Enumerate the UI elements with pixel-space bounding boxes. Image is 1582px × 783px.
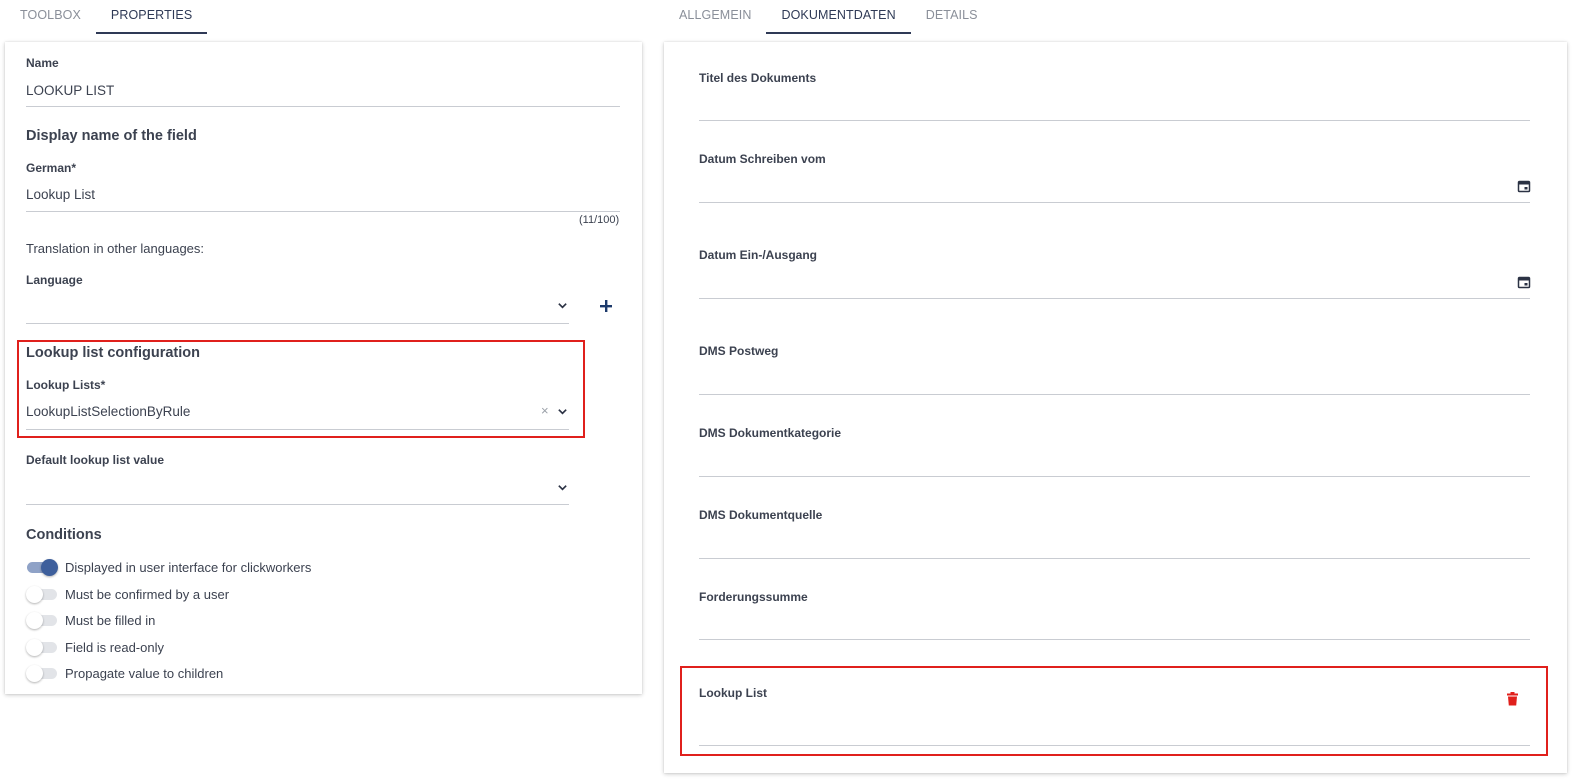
- field-underline: [699, 394, 1530, 395]
- lookup-lists-label: Lookup Lists*: [26, 378, 106, 392]
- default-value-underline: [26, 504, 569, 505]
- field-underline: [699, 298, 1530, 299]
- field-input-dokumentkategorie[interactable]: [699, 446, 1530, 476]
- toggle-switch[interactable]: [26, 584, 58, 604]
- field-label-postweg: DMS Postweg: [699, 344, 779, 358]
- tab-allgemein[interactable]: ALLGEMEIN: [664, 0, 766, 34]
- name-label: Name: [26, 56, 59, 70]
- field-label-dokumentkategorie: DMS Dokumentkategorie: [699, 426, 842, 440]
- field-label-titel: Titel des Dokuments: [699, 71, 817, 85]
- condition-label: Displayed in user interface for clickwor…: [65, 559, 312, 575]
- calendar-icon[interactable]: [1517, 179, 1531, 193]
- left-tab-bar: TOOLBOX PROPERTIES: [5, 0, 208, 34]
- field-input-titel[interactable]: [699, 90, 1530, 120]
- name-underline: [26, 106, 620, 107]
- field-underline: [699, 558, 1530, 559]
- field-label-dokumentquelle: DMS Dokumentquelle: [699, 508, 823, 522]
- condition-confirmed-row: Must be confirmed by a user: [26, 584, 229, 604]
- tab-dokumentdaten[interactable]: DOKUMENTDATEN: [766, 0, 911, 34]
- toggle-switch[interactable]: [26, 610, 58, 630]
- chevron-down-icon[interactable]: [557, 482, 568, 493]
- char-counter: (11/100): [579, 214, 620, 226]
- toggle-switch[interactable]: [26, 557, 58, 577]
- toggle-switch[interactable]: [26, 663, 58, 683]
- translation-text: Translation in other languages:: [26, 241, 205, 256]
- lookup-lists-select[interactable]: LookupListSelectionByRule: [26, 404, 190, 419]
- condition-readonly-row: Field is read-only: [26, 637, 164, 657]
- conditions-heading: Conditions: [26, 527, 102, 543]
- field-input-datum-eingang[interactable]: [699, 268, 1530, 298]
- trash-icon[interactable]: [1506, 692, 1519, 706]
- lookup-config-heading: Lookup list configuration: [26, 345, 200, 361]
- field-input-datum-schreiben[interactable]: [699, 172, 1530, 202]
- field-label-datum-schreiben: Datum Schreiben vom: [699, 152, 826, 166]
- condition-label: Field is read-only: [65, 639, 164, 655]
- german-input[interactable]: Lookup List: [26, 187, 95, 202]
- chevron-down-icon[interactable]: [557, 300, 568, 311]
- tab-properties[interactable]: PROPERTIES: [95, 0, 208, 34]
- field-underline: [699, 476, 1530, 477]
- field-input-postweg[interactable]: [699, 364, 1530, 394]
- field-underline: [699, 202, 1530, 203]
- plus-icon[interactable]: [599, 299, 613, 313]
- german-label: German*: [26, 161, 77, 175]
- calendar-icon[interactable]: [1517, 275, 1531, 289]
- field-input-lookup-list[interactable]: [699, 706, 1530, 736]
- field-input-dokumentquelle[interactable]: [699, 528, 1530, 558]
- language-underline: [26, 323, 569, 324]
- condition-required-row: Must be filled in: [26, 610, 155, 630]
- condition-propagate-row: Propagate value to children: [26, 663, 223, 683]
- document-data-panel: Titel des Dokuments Datum Schreiben vom …: [664, 42, 1567, 773]
- field-underline: [699, 120, 1530, 121]
- german-underline: [26, 211, 620, 212]
- clear-icon[interactable]: ×: [541, 403, 549, 418]
- condition-label: Must be confirmed by a user: [65, 586, 230, 602]
- field-input-forderungssumme[interactable]: [699, 609, 1530, 639]
- name-input[interactable]: LOOKUP LIST: [26, 83, 114, 98]
- field-underline: [699, 639, 1530, 640]
- right-tab-bar: ALLGEMEIN DOKUMENTDATEN DETAILS: [664, 0, 993, 34]
- chevron-down-icon[interactable]: [557, 406, 568, 417]
- condition-label: Must be filled in: [65, 612, 156, 628]
- field-underline: [699, 745, 1530, 746]
- display-name-heading: Display name of the field: [26, 128, 197, 144]
- condition-displayed-row: Displayed in user interface for clickwor…: [26, 557, 311, 577]
- field-label-lookup-list: Lookup List: [699, 686, 767, 700]
- condition-label: Propagate value to children: [65, 665, 224, 681]
- default-value-label: Default lookup list value: [26, 453, 165, 467]
- tab-details[interactable]: DETAILS: [911, 0, 993, 34]
- tab-toolbox[interactable]: TOOLBOX: [5, 0, 96, 34]
- language-label: Language: [26, 273, 83, 287]
- lookup-lists-underline: [26, 429, 569, 430]
- properties-panel: Name LOOKUP LIST Display name of the fie…: [5, 42, 642, 694]
- toggle-switch[interactable]: [26, 637, 58, 657]
- field-label-forderungssumme: Forderungssumme: [699, 590, 808, 604]
- field-label-datum-eingang: Datum Ein-/Ausgang: [699, 248, 818, 262]
